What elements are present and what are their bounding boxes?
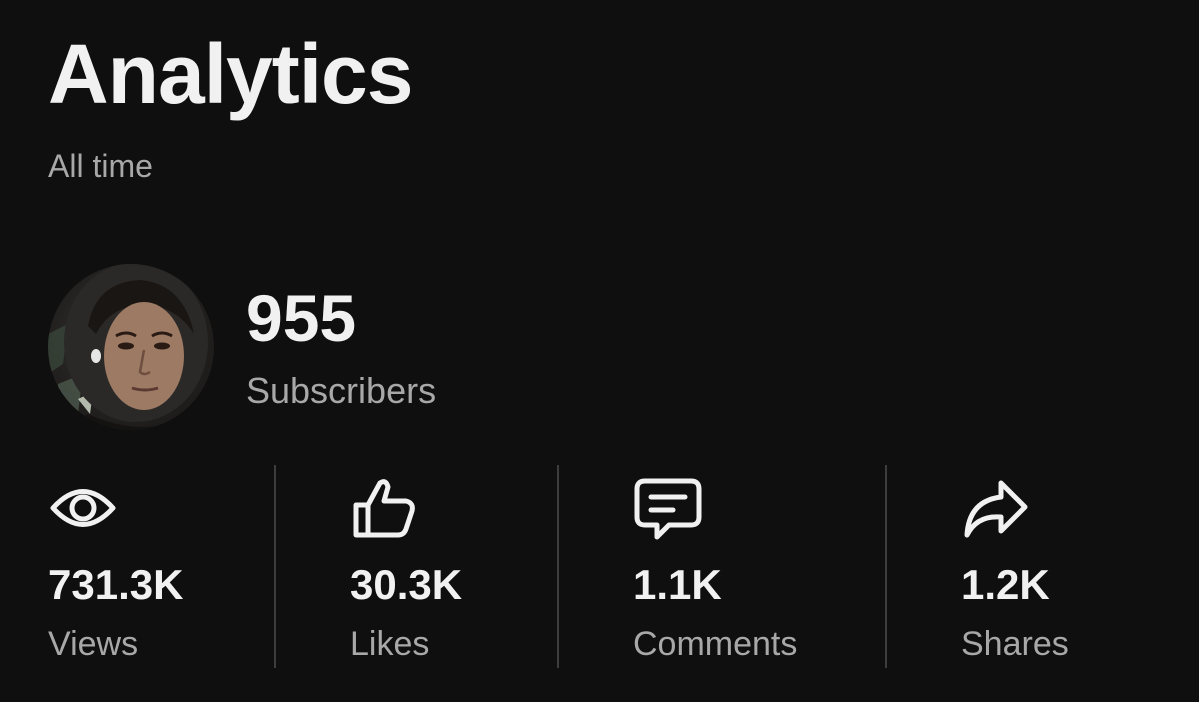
avatar[interactable] [48,264,214,430]
stat-value: 30.3K [350,561,463,608]
divider [885,465,887,668]
subscriber-count: 955 [246,281,357,355]
eye-icon [48,473,118,543]
page-title: Analytics [48,27,413,121]
thumbs-up-icon [350,473,420,543]
stat-label: Comments [633,625,798,663]
analytics-page: Analytics All time 955 Subscribers 731.3… [0,0,1199,702]
stat-label: Shares [961,625,1069,663]
subscriber-label: Subscribers [246,370,437,411]
stats-row: 731.3K Views 30.3K Likes 1.1K Comments 1… [0,465,1199,668]
comment-icon [633,473,703,543]
time-period-label[interactable]: All time [48,148,153,185]
stat-value: 1.1K [633,561,722,608]
divider [274,465,276,668]
share-icon [961,473,1031,543]
divider [557,465,559,668]
stat-value: 1.2K [961,561,1050,608]
stat-value: 731.3K [48,561,184,608]
stat-label: Views [48,625,139,663]
stat-label: Likes [350,625,430,663]
